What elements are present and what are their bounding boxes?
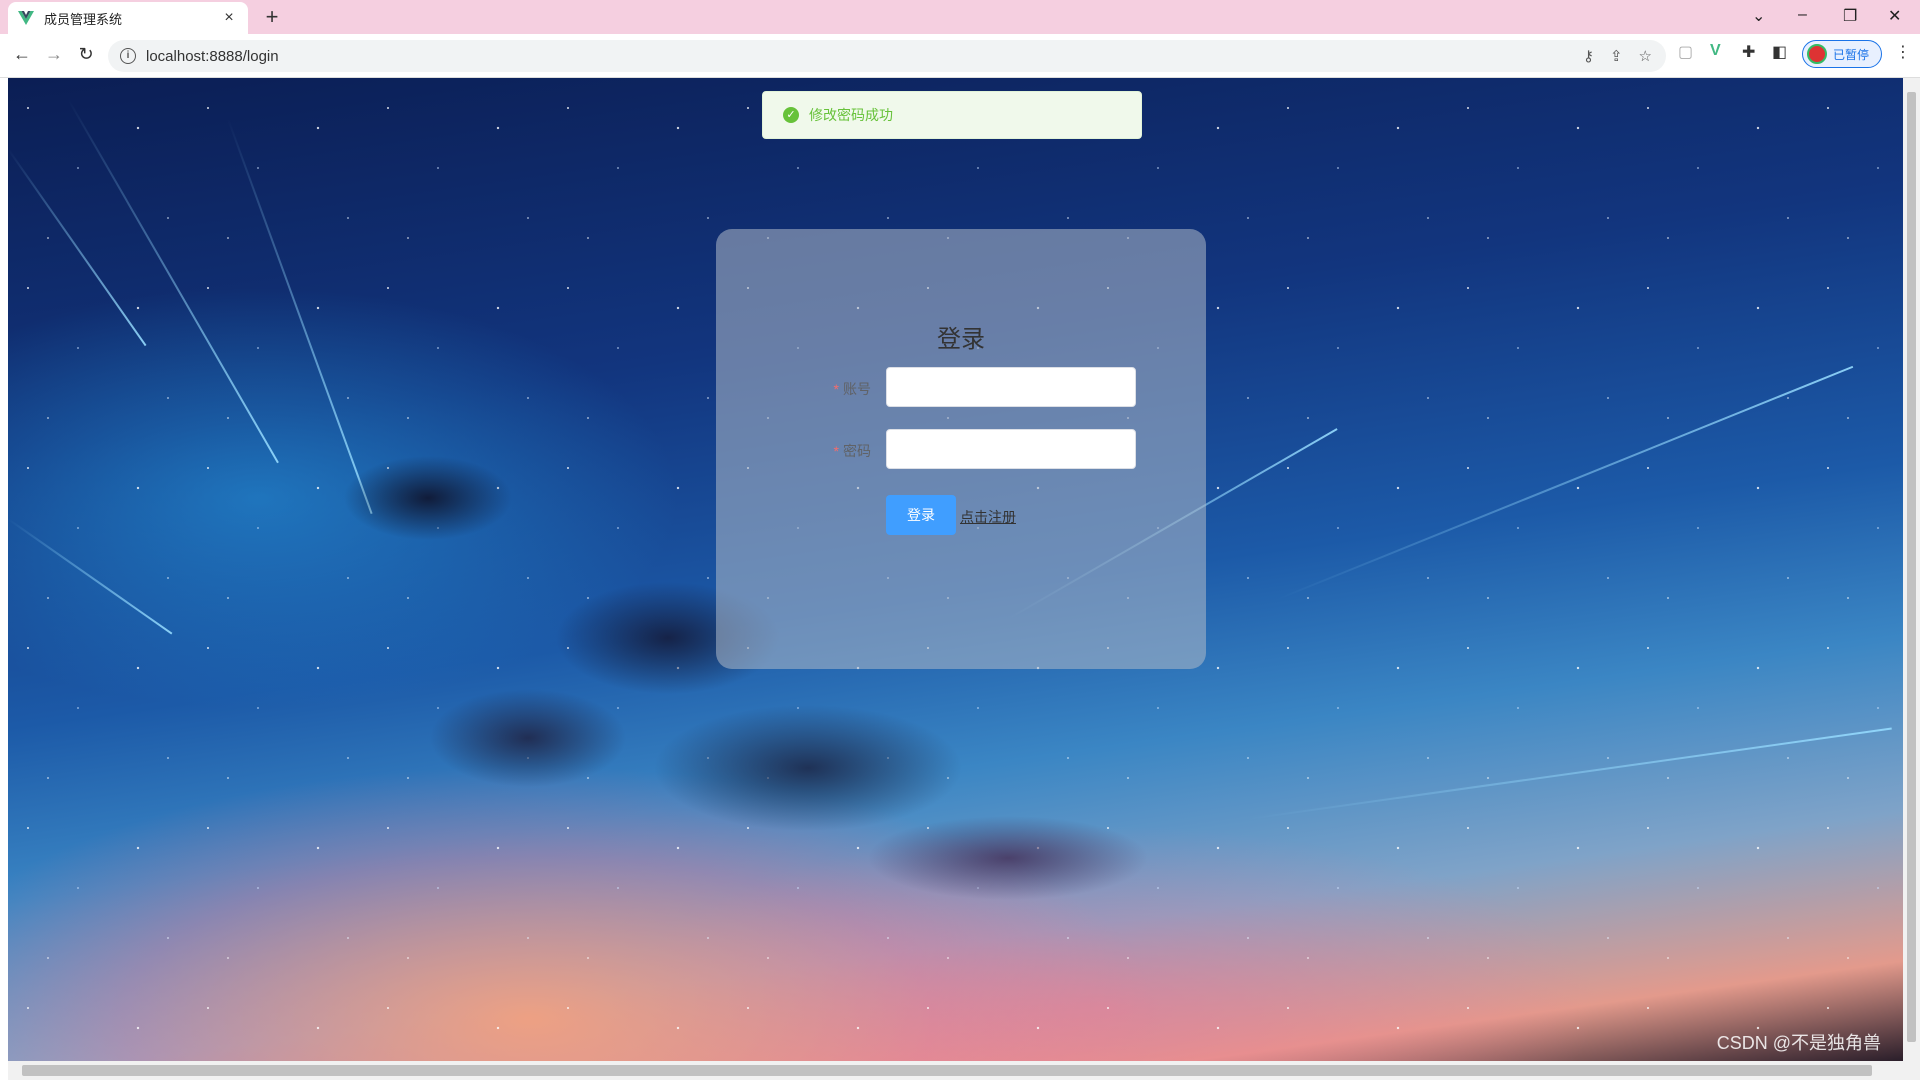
side-panel-icon[interactable]: ◧ [1772,42,1787,62]
tab-search-icon[interactable]: ⌄ [1752,6,1765,26]
menu-icon[interactable]: ⋮ [1895,42,1911,62]
address-bar[interactable]: i localhost:8888/login ⚷ ⇪ ☆ [108,40,1666,72]
restore-icon[interactable]: ❐ [1843,6,1857,26]
close-window-icon[interactable]: ✕ [1888,6,1901,26]
reload-icon[interactable]: ↻ [74,44,98,65]
vertical-scrollbar[interactable] [1903,78,1920,1080]
horizontal-scrollbar[interactable] [8,1061,1903,1080]
check-circle-icon: ✓ [783,107,799,123]
extension-icon[interactable]: ▢ [1678,42,1693,62]
url-text[interactable]: localhost:8888/login [146,48,279,65]
vue-devtools-icon[interactable]: V [1710,42,1721,60]
browser-tab[interactable]: 成员管理系统 × [8,2,248,34]
vue-logo-icon [18,11,34,25]
message-text: 修改密码成功 [809,107,893,123]
login-card: 登录 * 账号 * 密码 登录 点击注册 [716,229,1206,669]
tab-close-icon[interactable]: × [220,9,238,27]
scroll-thumb[interactable] [1907,92,1916,1042]
required-mark: * [833,443,839,459]
register-link[interactable]: 点击注册 [960,507,1016,527]
forward-icon[interactable]: → [42,44,66,65]
share-icon[interactable]: ⇪ [1610,47,1623,65]
account-label: * 账号 [833,381,871,397]
back-icon[interactable]: ← [10,44,34,65]
login-button[interactable]: 登录 [886,495,956,535]
password-input[interactable] [886,429,1136,469]
new-tab-button[interactable]: + [260,4,284,30]
avatar [1807,44,1827,64]
required-mark: * [833,381,839,397]
account-input[interactable] [886,367,1136,407]
password-label: * 密码 [833,443,871,459]
watermark: CSDN @不是独角兽 [1716,1033,1881,1053]
login-title: 登录 [937,326,985,353]
browser-tab-strip: 成员管理系统 × + ⌄ – ❐ ✕ [0,0,1920,34]
success-message: ✓ 修改密码成功 [762,91,1142,139]
puzzle-icon[interactable]: ✚ [1742,42,1755,62]
scroll-thumb[interactable] [22,1065,1872,1076]
profile-button[interactable]: 已暂停 [1802,40,1882,68]
bookmark-star-icon[interactable]: ☆ [1639,47,1652,65]
browser-toolbar: ← → ↻ i localhost:8888/login ⚷ ⇪ ☆ ▢ V ✚… [0,34,1920,78]
tab-title: 成员管理系统 [44,11,123,27]
key-icon[interactable]: ⚷ [1583,47,1594,65]
profile-status: 已暂停 [1833,47,1870,62]
site-info-icon[interactable]: i [120,48,136,64]
minimize-icon[interactable]: – [1798,6,1807,24]
